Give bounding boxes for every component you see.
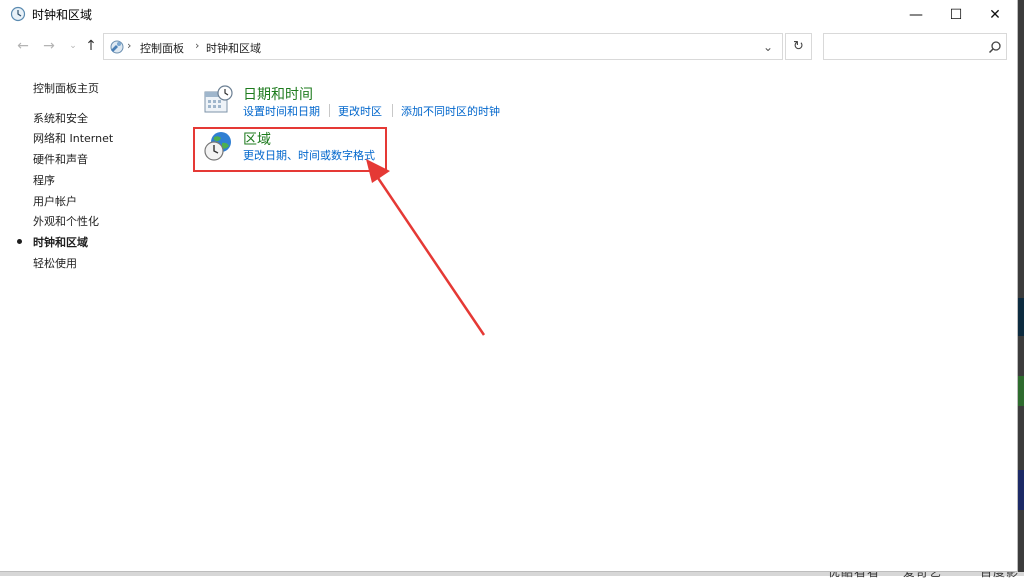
annotation-arrow-icon	[366, 159, 486, 336]
active-bullet-icon	[17, 239, 22, 244]
breadcrumb-separator-icon: ›	[127, 39, 132, 52]
back-button[interactable]: ←	[14, 37, 32, 55]
link-separator	[329, 104, 330, 117]
control-panel-window: 时钟和区域 — ☐ ✕ ← → ⌄ ↑ › 控制面板 › 时钟和区域 ⌄ ↻ 控…	[0, 0, 1018, 572]
link-add-clocks[interactable]: 添加不同时区的时钟	[401, 103, 500, 119]
sidebar-item-network-internet[interactable]: 网络和 Internet	[33, 130, 113, 146]
close-button[interactable]: ✕	[972, 0, 1018, 29]
desktop-background-right	[1018, 0, 1024, 576]
link-set-time-date[interactable]: 设置时间和日期	[243, 103, 320, 119]
link-change-timezone[interactable]: 更改时区	[338, 103, 382, 119]
forward-button[interactable]: →	[40, 37, 58, 55]
title-bar[interactable]: 时钟和区域 — ☐ ✕	[0, 0, 1018, 29]
breadcrumb-separator-icon[interactable]: ›	[195, 39, 199, 52]
sidebar-item-clock-region[interactable]: 时钟和区域	[33, 234, 88, 250]
search-icon[interactable]	[988, 40, 1002, 54]
sidebar-item-ease-of-access[interactable]: 轻松使用	[33, 255, 77, 271]
clock-region-app-icon	[10, 6, 26, 22]
category-title-date-time[interactable]: 日期和时间	[243, 84, 313, 104]
sidebar-item-user-accounts[interactable]: 用户帐户	[33, 193, 77, 209]
up-button[interactable]: ↑	[82, 37, 100, 55]
arrow-right-icon: →	[43, 38, 55, 54]
link-separator	[392, 104, 393, 117]
arrow-up-icon: ↑	[85, 38, 97, 54]
refresh-icon: ↻	[793, 39, 804, 54]
desktop-tile	[1018, 470, 1024, 510]
breadcrumb-clock-region[interactable]: 时钟和区域	[206, 40, 261, 56]
control-panel-icon	[110, 40, 124, 54]
minimize-icon: —	[909, 6, 923, 23]
sidebar-item-appearance[interactable]: 外观和个性化	[33, 213, 99, 229]
sidebar-item-programs[interactable]: 程序	[33, 172, 55, 188]
desktop-tile	[1018, 376, 1024, 406]
desktop-tile	[1018, 298, 1024, 336]
close-icon: ✕	[989, 6, 1001, 23]
window-title: 时钟和区域	[32, 8, 93, 22]
recent-locations-button[interactable]: ⌄	[64, 37, 82, 55]
annotation-highlight-box	[193, 127, 387, 172]
sidebar-item-hardware-sound[interactable]: 硬件和声音	[33, 151, 88, 167]
chevron-down-icon: ⌄	[69, 41, 77, 51]
breadcrumb-control-panel[interactable]: 控制面板	[140, 40, 184, 56]
refresh-button[interactable]: ↻	[785, 33, 812, 60]
sidebar-home-link[interactable]: 控制面板主页	[33, 80, 99, 96]
address-dropdown-button[interactable]: ⌄	[755, 33, 781, 60]
search-input[interactable]	[828, 38, 982, 57]
arrow-left-icon: ←	[17, 38, 29, 54]
search-box[interactable]	[823, 33, 1007, 60]
calendar-clock-icon[interactable]	[203, 84, 235, 116]
sidebar-item-system-security[interactable]: 系统和安全	[33, 110, 88, 126]
address-bar[interactable]: › 控制面板 › 时钟和区域	[103, 33, 783, 60]
maximize-icon: ☐	[949, 6, 963, 23]
navigation-bar: ← → ⌄ ↑ › 控制面板 › 时钟和区域 ⌄ ↻	[0, 31, 1018, 61]
chevron-down-icon: ⌄	[762, 39, 774, 54]
